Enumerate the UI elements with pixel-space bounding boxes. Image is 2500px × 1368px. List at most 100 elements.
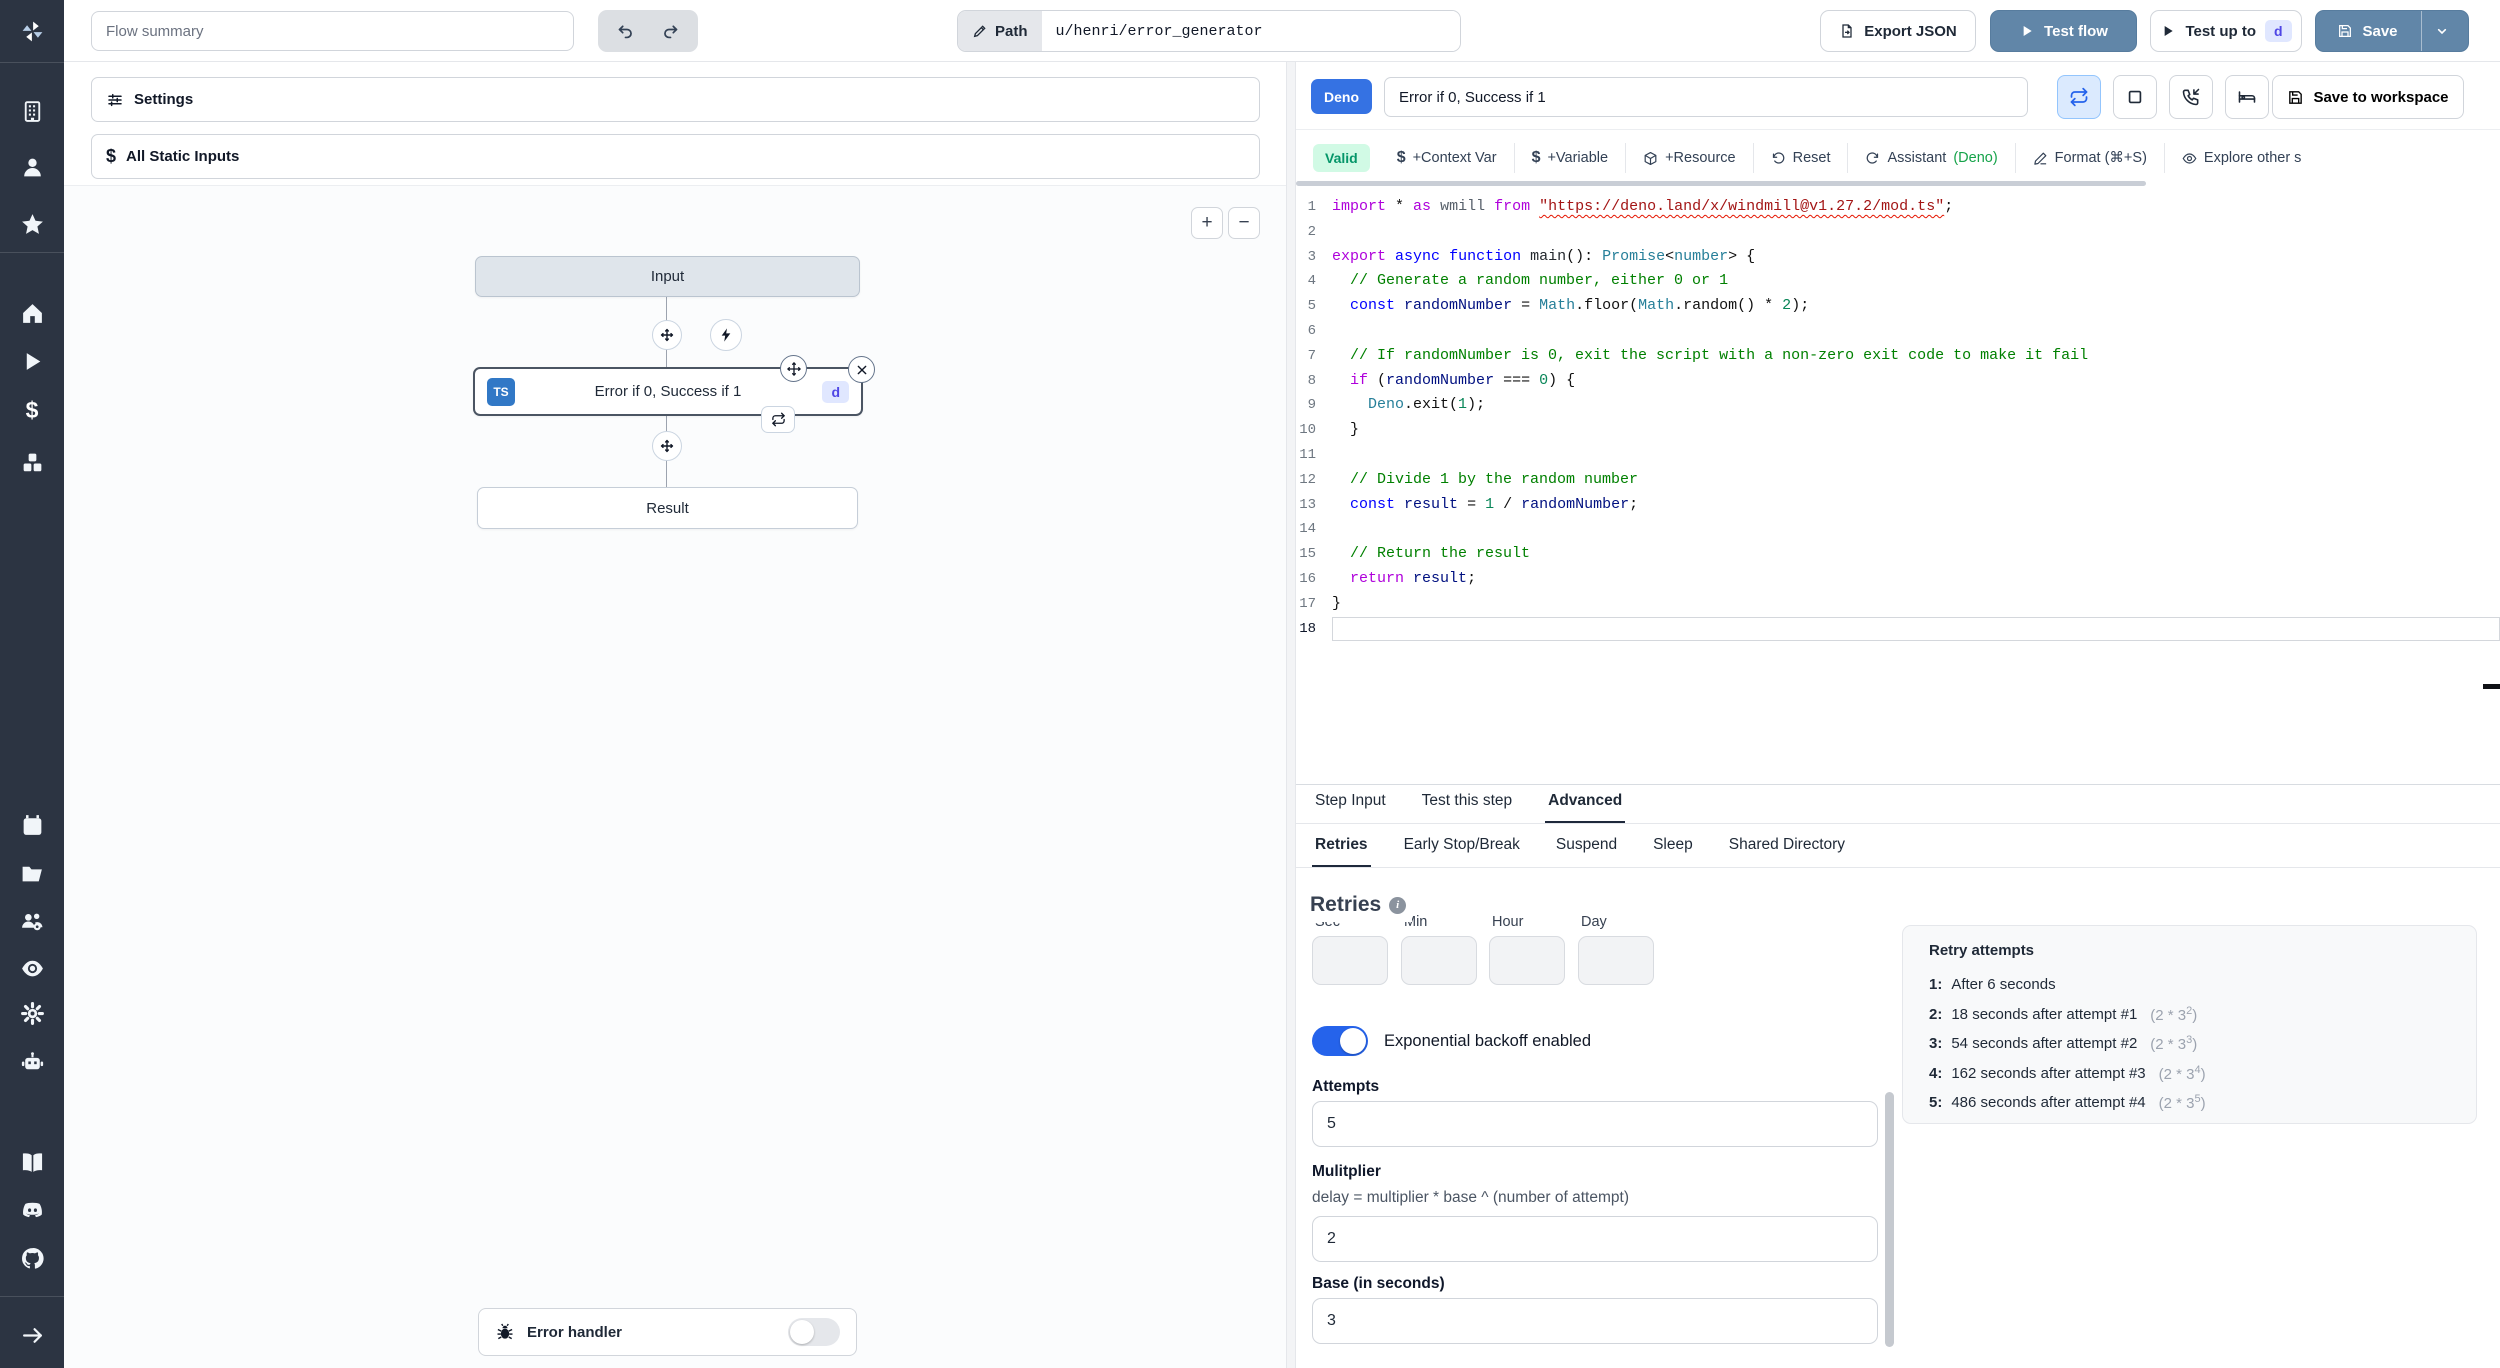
export-json-label: Export JSON xyxy=(1864,22,1957,40)
runs-play-icon[interactable] xyxy=(12,344,52,378)
code-line[interactable]: 14 xyxy=(1296,517,2500,542)
zoom-in-button[interactable]: + xyxy=(1191,207,1223,239)
code-line[interactable]: 8 if (randomNumber === 0) { xyxy=(1296,369,2500,394)
error-handler-row[interactable]: Error handler xyxy=(478,1308,857,1356)
github-icon[interactable] xyxy=(12,1241,52,1275)
flow-settings-row[interactable]: Settings xyxy=(91,77,1260,122)
path-label-text: Path xyxy=(995,22,1028,40)
step-retries-indicator[interactable] xyxy=(761,406,795,433)
code-line[interactable]: 3 export async function main(): Promise<n… xyxy=(1296,245,2500,270)
tab-sleep[interactable]: Sleep xyxy=(1650,836,1696,867)
schedules-calendar-icon[interactable] xyxy=(12,808,52,842)
suspend-button[interactable] xyxy=(2169,75,2213,119)
tab-suspend[interactable]: Suspend xyxy=(1553,836,1620,867)
code-editor[interactable]: 1 import * as wmill from "https://deno.la… xyxy=(1296,186,2500,846)
step-title-input[interactable] xyxy=(1384,77,2028,117)
windmill-logo-icon[interactable] xyxy=(12,14,52,48)
tab-advanced[interactable]: Advanced xyxy=(1545,792,1626,823)
multiplier-input[interactable] xyxy=(1312,1216,1878,1262)
home-icon[interactable] xyxy=(12,296,52,330)
code-line[interactable]: 17} xyxy=(1296,592,2500,617)
code-line[interactable]: 10 } xyxy=(1296,418,2500,443)
retries-toggle-button[interactable] xyxy=(2057,75,2101,119)
insert-step-button[interactable] xyxy=(652,431,682,461)
folders-icon[interactable] xyxy=(12,856,52,890)
exponential-backoff-toggle[interactable] xyxy=(1312,1026,1368,1056)
docs-book-icon[interactable] xyxy=(12,1145,52,1179)
undo-icon[interactable] xyxy=(609,14,643,48)
tab-shared-directory[interactable]: Shared Directory xyxy=(1726,836,1848,867)
tab-test-this-step[interactable]: Test this step xyxy=(1419,792,1515,823)
sleep-button[interactable] xyxy=(2225,75,2269,119)
variables-dollar-icon[interactable]: $ xyxy=(12,393,52,427)
day-input[interactable] xyxy=(1578,936,1654,985)
move-step-handle[interactable] xyxy=(780,355,807,382)
tab-retries[interactable]: Retries xyxy=(1312,836,1371,867)
expand-arrow-right-icon[interactable] xyxy=(12,1318,52,1352)
insert-step-button[interactable] xyxy=(652,320,682,350)
save-button[interactable]: Save xyxy=(2315,10,2469,52)
workers-robot-icon[interactable] xyxy=(12,1045,52,1079)
save-dropdown-caret[interactable] xyxy=(2420,11,2463,51)
flow-canvas[interactable]: + − Input TS Error if 0, Success if 1 d xyxy=(64,185,1286,1368)
result-node[interactable]: Result xyxy=(477,487,858,529)
path-input[interactable] xyxy=(1041,11,1460,51)
hour-input[interactable] xyxy=(1489,936,1565,985)
test-flow-button[interactable]: Test flow xyxy=(1990,10,2137,52)
code-line[interactable]: 16 return result; xyxy=(1296,567,2500,592)
code-line[interactable]: 13 const result = 1 / randomNumber; xyxy=(1296,493,2500,518)
min-input[interactable] xyxy=(1401,936,1477,985)
add-variable-button[interactable]: $ +Variable xyxy=(1513,143,1626,173)
assistant-button[interactable]: Assistant (Deno) xyxy=(1847,143,2014,173)
file-export-icon xyxy=(1842,24,1852,38)
code-line[interactable]: 11 xyxy=(1296,443,2500,468)
groups-users-gear-icon[interactable] xyxy=(12,904,52,938)
plus-crosshair-icon xyxy=(660,328,674,342)
settings-gear-icon[interactable] xyxy=(12,996,52,1030)
early-stop-button[interactable] xyxy=(2113,75,2157,119)
add-context-var-button[interactable]: $ +Context Var xyxy=(1380,143,1514,173)
code-line[interactable]: 18 xyxy=(1296,617,2500,642)
code-line[interactable]: 2 xyxy=(1296,220,2500,245)
code-line[interactable]: 1 import * as wmill from "https://deno.la… xyxy=(1296,195,2500,220)
save-to-workspace-button[interactable]: Save to workspace xyxy=(2272,75,2464,119)
redo-icon[interactable] xyxy=(653,14,687,48)
play-icon xyxy=(2165,26,2174,36)
explore-scripts-button[interactable]: Explore other s xyxy=(2163,143,2319,173)
base-input[interactable] xyxy=(1312,1298,1878,1344)
delete-step-button[interactable] xyxy=(848,356,875,383)
multiplier-label: Mulitplier xyxy=(1312,1163,1381,1180)
error-handler-toggle[interactable] xyxy=(788,1318,840,1346)
discord-icon[interactable] xyxy=(12,1193,52,1227)
tab-step-input[interactable]: Step Input xyxy=(1312,792,1389,823)
code-line[interactable]: 15 // Return the result xyxy=(1296,542,2500,567)
code-line[interactable]: 7 // If randomNumber is 0, exit the scri… xyxy=(1296,344,2500,369)
user-icon[interactable] xyxy=(12,150,52,184)
test-up-to-button[interactable]: Test up to d xyxy=(2150,10,2302,52)
zoom-out-button[interactable]: − xyxy=(1228,207,1260,239)
export-json-button[interactable]: Export JSON xyxy=(1820,10,1976,52)
sec-input[interactable] xyxy=(1312,936,1388,985)
code-line[interactable]: 12 // Divide 1 by the random number xyxy=(1296,468,2500,493)
reset-button[interactable]: Reset xyxy=(1752,143,1848,173)
info-icon[interactable]: i xyxy=(1389,896,1407,914)
panel-splitter[interactable] xyxy=(1286,62,1296,1368)
flow-summary-input[interactable] xyxy=(91,11,574,51)
tab-early-stop[interactable]: Early Stop/Break xyxy=(1401,836,1523,867)
add-resource-button[interactable]: +Resource xyxy=(1625,143,1753,173)
all-static-inputs-row[interactable]: $ All Static Inputs xyxy=(91,134,1260,179)
code-line[interactable]: 9 Deno.exit(1); xyxy=(1296,393,2500,418)
attempts-input[interactable] xyxy=(1312,1101,1878,1147)
resources-cubes-icon[interactable] xyxy=(12,445,52,479)
step-node-id-badge: d xyxy=(822,380,849,403)
format-button[interactable]: Format (⌘+S) xyxy=(2014,143,2164,173)
favorites-star-icon[interactable] xyxy=(12,207,52,241)
panel-scrollbar[interactable] xyxy=(1885,1092,1894,1347)
code-line[interactable]: 5 const randomNumber = Math.floor(Math.r… xyxy=(1296,294,2500,319)
trigger-bolt-button[interactable] xyxy=(710,319,742,351)
audit-eye-icon[interactable] xyxy=(12,951,52,985)
workspace-building-icon[interactable] xyxy=(12,94,52,128)
input-node[interactable]: Input xyxy=(475,256,860,297)
code-line[interactable]: 6 xyxy=(1296,319,2500,344)
code-line[interactable]: 4 // Generate a random number, either 0 … xyxy=(1296,269,2500,294)
